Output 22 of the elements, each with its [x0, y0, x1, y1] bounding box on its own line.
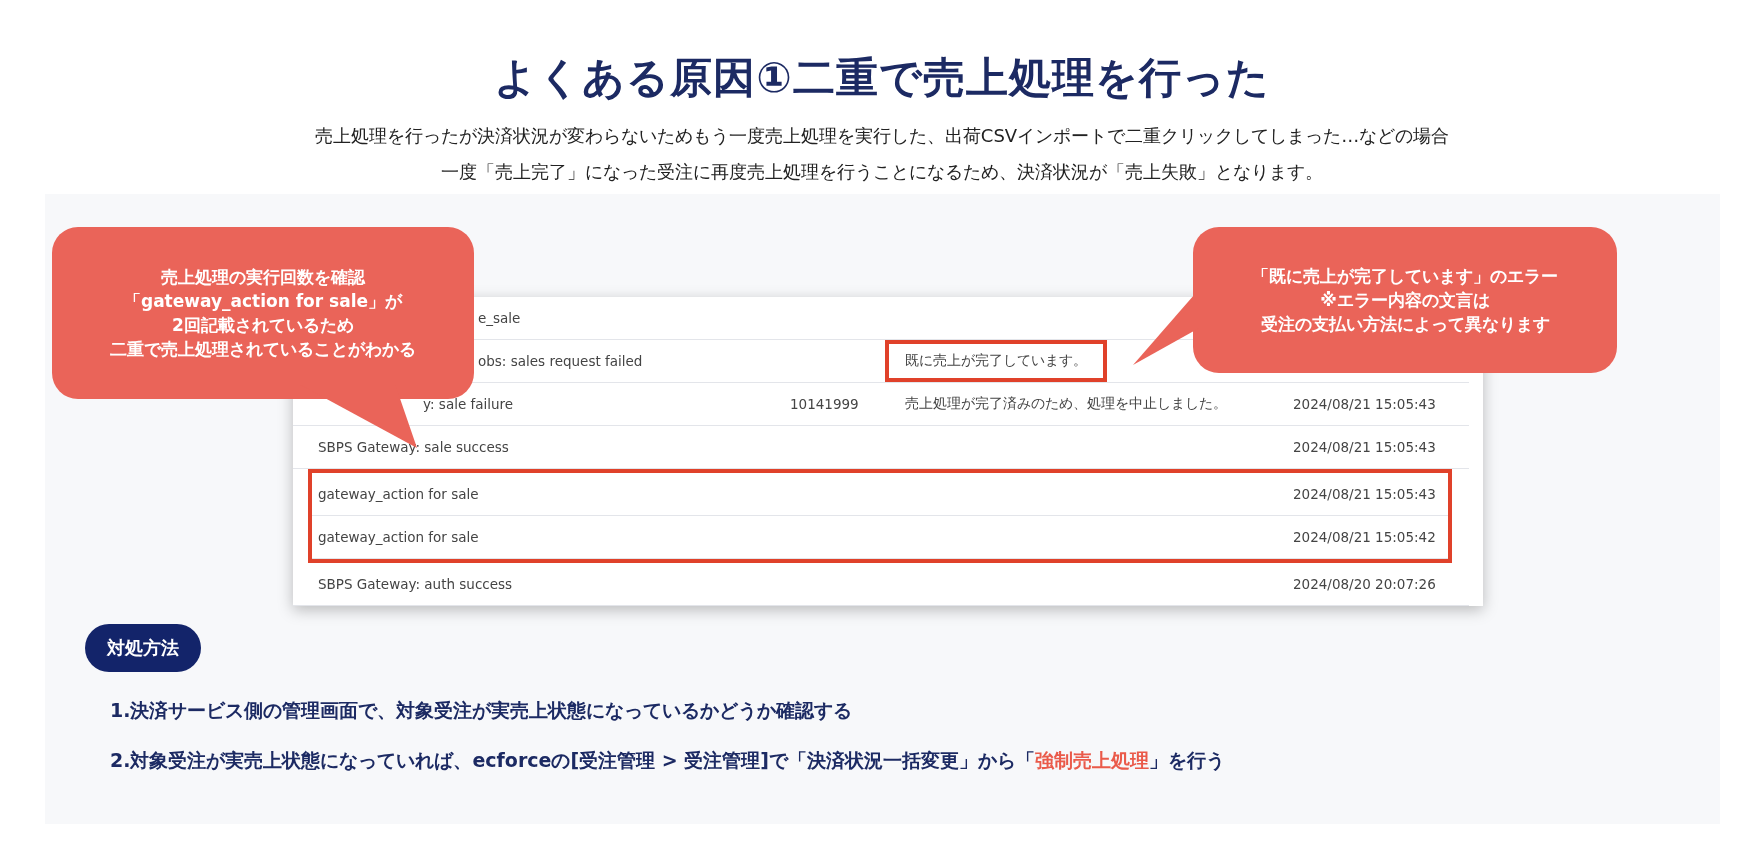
highlighted-message: 既に売上が完了しています。 [885, 340, 1107, 382]
time-cell-text: 2024/08/20 20:07:26 [1293, 576, 1437, 592]
step-text: 1.決済サービス側の管理画面で、対象受注が実売上状態になっているかどうか確認する [110, 698, 854, 723]
intro-text: 一度「売上完了」になった受注に再度売上処理を行うことになるため、決済状況が「売上失敗」となります。 [441, 160, 1323, 184]
event-cell-text: y: sale failure [422, 396, 515, 412]
section-label: 対処方法 [85, 624, 201, 672]
event-cell-text: gateway_action for sale [318, 486, 480, 502]
event-cell-text: obs: sales request failed [477, 353, 644, 369]
intro-text: 売上処理を行ったが決済状況が変わらないためもう一度売上処理を実行した、出荷CSVインポートで二重クリックしてしまった…などの場合 [314, 124, 1450, 148]
event-cell-text: gateway_action for sale [318, 529, 480, 545]
time-cell-text: 2024/08/21 15:05:43 [1293, 396, 1437, 412]
callout-text: 「既に売上が完了しています」のエラー ※エラー内容の文言は 受注の支払い方法によって異なります [1252, 265, 1558, 336]
time-cell-text: 2024/08/21 15:05:43 [1293, 439, 1437, 455]
time-cell-text: 2024/08/21 15:05:42 [1293, 529, 1437, 545]
step-text: 2.対象受注が実売上状態になっていれば、ecforceの[受注管理 > 受注管理]で「決済状況一括変更」から「強制売上処理」を行う [110, 748, 1225, 773]
event-cell-text: SBPS Gateway: sale success [318, 439, 510, 455]
callout-text: 売上処理の実行回数を確認 「gateway_action for sale」が 2回記載されているため 二重で売上処理されていることがわかる [110, 266, 416, 361]
time-cell-text: 2024/08/21 15:05:43 [1293, 486, 1437, 502]
event-cell-text: SBPS Gateway: auth success [318, 576, 514, 592]
message-cell-text: 売上処理が完了済みのため、処理を中止しました。 [905, 395, 1228, 413]
code-cell-text: 10141999 [790, 396, 860, 412]
page-title: よくある原因①二重で売上処理を行った [494, 52, 1270, 104]
